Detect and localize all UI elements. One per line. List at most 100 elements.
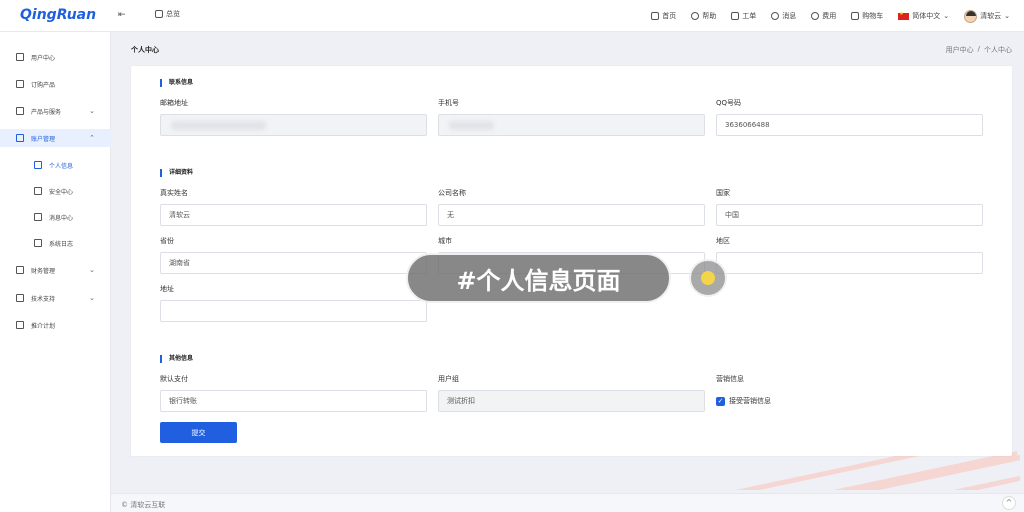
apps-icon <box>16 107 24 115</box>
nav-cart[interactable]: 购物车 <box>851 11 883 21</box>
monitor-icon <box>155 10 163 18</box>
page-title: 个人中心 <box>131 46 159 54</box>
top-nav: 首页 帮助 工单 消息 费用 购物车 简体中文⌄ 清软云⌄ <box>651 0 1010 32</box>
nav-message-label: 消息 <box>782 12 797 20</box>
cart-icon <box>16 80 24 88</box>
country-label: 国家 <box>716 189 730 197</box>
language-select[interactable]: 简体中文⌄ <box>898 11 949 21</box>
cart-icon <box>851 12 860 20</box>
sidebar-item-products[interactable]: 产品与服务 ⌄ <box>0 102 111 120</box>
cost-icon <box>811 12 820 20</box>
city-label: 城市 <box>438 237 452 245</box>
district-label: 地区 <box>716 237 730 245</box>
user-group-field[interactable]: 测试折扣 <box>438 390 705 412</box>
nav-help-label: 帮助 <box>702 12 717 20</box>
nav-home-label: 首页 <box>662 12 677 20</box>
footer-copyright: © 清软云互联 <box>121 501 166 509</box>
sidebar-item-label: 用户中心 <box>31 54 56 62</box>
footer: © 清软云互联 ^ <box>111 493 1024 512</box>
home-icon <box>651 12 660 20</box>
address-label: 地址 <box>160 285 174 293</box>
menu-fold-icon[interactable]: ⇤ <box>118 10 128 20</box>
user-group-label: 用户组 <box>438 375 459 383</box>
real-name-field[interactable]: 清软云 <box>160 204 427 226</box>
user-name: 清软云 <box>980 12 1002 20</box>
nav-help[interactable]: 帮助 <box>691 11 716 21</box>
blurred-email <box>171 121 266 130</box>
chevron-down-icon: ⌄ <box>1004 12 1010 20</box>
china-flag-icon <box>898 11 910 20</box>
sidebar-item-label: 账户管理 <box>31 135 56 143</box>
cursor-indicator <box>689 259 727 297</box>
sidebar-item-security[interactable]: 安全中心 <box>0 182 111 200</box>
province-field[interactable]: 湖南省 <box>160 252 427 274</box>
nav-ticket[interactable]: 工单 <box>731 11 756 21</box>
nav-cost-label: 费用 <box>822 12 837 20</box>
email-label: 邮箱地址 <box>160 99 188 107</box>
blurred-phone <box>449 121 494 130</box>
ticket-icon <box>731 12 740 20</box>
overview-link[interactable]: 总览 <box>155 9 180 19</box>
sidebar-item-logs[interactable]: 系统日志 <box>0 234 111 252</box>
phone-field[interactable] <box>438 114 705 136</box>
section-details-title: 详细资料 <box>160 169 193 177</box>
sidebar-item-user-center[interactable]: 用户中心 <box>0 48 111 66</box>
address-field[interactable] <box>160 300 427 322</box>
company-field[interactable]: 无 <box>438 204 705 226</box>
company-label: 公司名称 <box>438 189 466 197</box>
marketing-checkbox[interactable]: ✓ 接受营销信息 <box>716 396 771 406</box>
sidebar-item-profile[interactable]: 个人信息 <box>0 156 111 174</box>
finance-icon <box>16 266 24 274</box>
nav-message[interactable]: 消息 <box>771 11 796 21</box>
email-field[interactable] <box>160 114 427 136</box>
payment-label: 默认支付 <box>160 375 188 383</box>
sidebar-item-label: 个人信息 <box>49 162 74 170</box>
avatar <box>964 9 978 23</box>
overview-label: 总览 <box>166 10 180 18</box>
log-icon <box>34 239 42 247</box>
sidebar-item-support[interactable]: 技术支持 ⌄ <box>0 289 111 307</box>
chevron-down-icon: ⌄ <box>89 294 95 302</box>
real-name-label: 真实姓名 <box>160 189 188 197</box>
sidebar-item-referral[interactable]: 推介计划 <box>0 316 111 334</box>
sidebar-item-order[interactable]: 订购产品 <box>0 75 111 93</box>
sidebar-item-label: 消息中心 <box>49 214 74 222</box>
bell-icon <box>771 12 780 20</box>
sidebar-item-label: 财务管理 <box>31 267 56 275</box>
language-label: 简体中文 <box>912 12 941 20</box>
breadcrumb-current: 个人中心 <box>984 46 1012 54</box>
logo[interactable]: QingRuan <box>20 7 96 23</box>
breadcrumb-separator: / <box>977 45 980 53</box>
qq-field[interactable]: 3636066488 <box>716 114 983 136</box>
help-icon <box>691 12 700 20</box>
nav-home[interactable]: 首页 <box>651 11 676 21</box>
gear-icon <box>34 161 42 169</box>
nav-cost[interactable]: 费用 <box>811 11 836 21</box>
submit-button[interactable]: 提交 <box>160 422 237 443</box>
payment-select[interactable]: 银行转账 <box>160 390 427 412</box>
province-label: 省份 <box>160 237 174 245</box>
chevron-down-icon: ⌄ <box>89 266 95 274</box>
sidebar-item-label: 订购产品 <box>31 81 56 89</box>
sidebar: 用户中心 订购产品 产品与服务 ⌄ 账户管理 ⌃ 个人信息 安全中心 消息中心 系统… <box>0 32 111 512</box>
sidebar-item-label: 产品与服务 <box>31 108 62 116</box>
sidebar-item-finance[interactable]: 财务管理 ⌄ <box>0 261 111 279</box>
breadcrumb-user-center[interactable]: 用户中心 <box>946 45 974 55</box>
back-to-top-icon[interactable]: ^ <box>1002 496 1016 510</box>
marketing-label: 营销信息 <box>716 375 744 383</box>
nav-cart-label: 购物车 <box>862 12 884 20</box>
user-menu[interactable]: 清软云 ⌄ <box>964 9 1010 23</box>
send-icon <box>16 321 24 329</box>
sidebar-item-account[interactable]: 账户管理 ⌃ <box>0 129 111 147</box>
page-header: 个人中心 用户中心 / 个人中心 <box>111 32 1024 66</box>
bell-icon <box>34 213 42 221</box>
checkbox-checked-icon: ✓ <box>716 396 725 406</box>
chevron-up-icon: ⌃ <box>89 134 95 142</box>
district-field[interactable] <box>716 252 983 274</box>
sidebar-item-messages[interactable]: 消息中心 <box>0 208 111 226</box>
sidebar-item-label: 安全中心 <box>49 188 74 196</box>
chevron-down-icon: ⌄ <box>89 107 95 115</box>
marketing-checkbox-label: 接受营销信息 <box>729 397 771 405</box>
country-field[interactable]: 中国 <box>716 204 983 226</box>
sidebar-item-label: 技术支持 <box>31 295 56 303</box>
